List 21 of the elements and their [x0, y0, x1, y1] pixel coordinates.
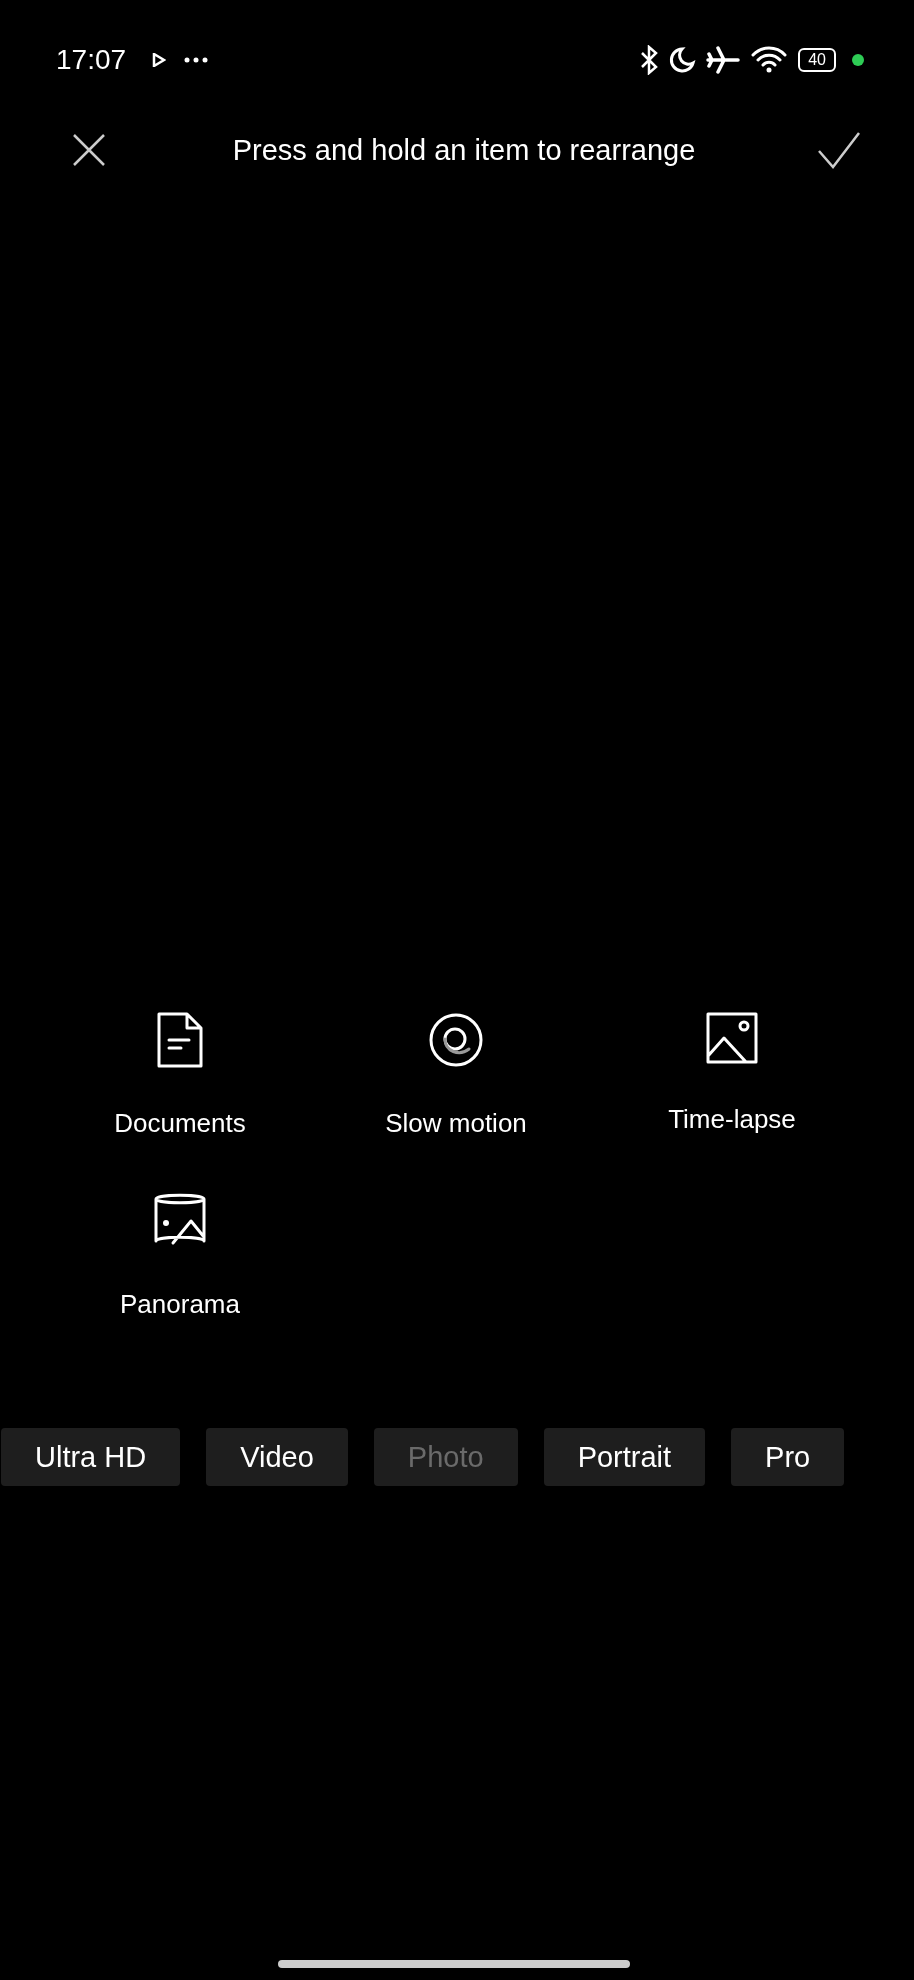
wifi-icon [750, 45, 789, 75]
header-title: Press and hold an item to rearrange [231, 133, 697, 167]
mode-chip[interactable]: Video [206, 1428, 348, 1486]
mode-label[interactable]: Panorama [120, 1289, 240, 1320]
play-icon [152, 53, 167, 67]
mode-chip[interactable]: Portrait [543, 1428, 706, 1486]
image-icon [706, 1012, 758, 1064]
airplane-icon [706, 46, 741, 74]
indicator-dot-icon [852, 54, 864, 66]
document-icon [155, 1012, 205, 1068]
spiral-icon [428, 1012, 484, 1068]
mode-label[interactable]: Documents [114, 1108, 246, 1139]
mode-label[interactable]: Slow motion [385, 1108, 527, 1139]
mode-chip[interactable]: Pro [731, 1428, 845, 1486]
mode-chip[interactable]: Ultra HD [1, 1428, 181, 1486]
more-icon [184, 57, 209, 63]
bluetooth-icon [640, 45, 659, 75]
status-time: 17:07 [56, 44, 127, 76]
mode-label[interactable]: Time-lapse [668, 1104, 796, 1135]
moon-icon [668, 46, 697, 74]
battery-level: 40 [798, 48, 836, 72]
